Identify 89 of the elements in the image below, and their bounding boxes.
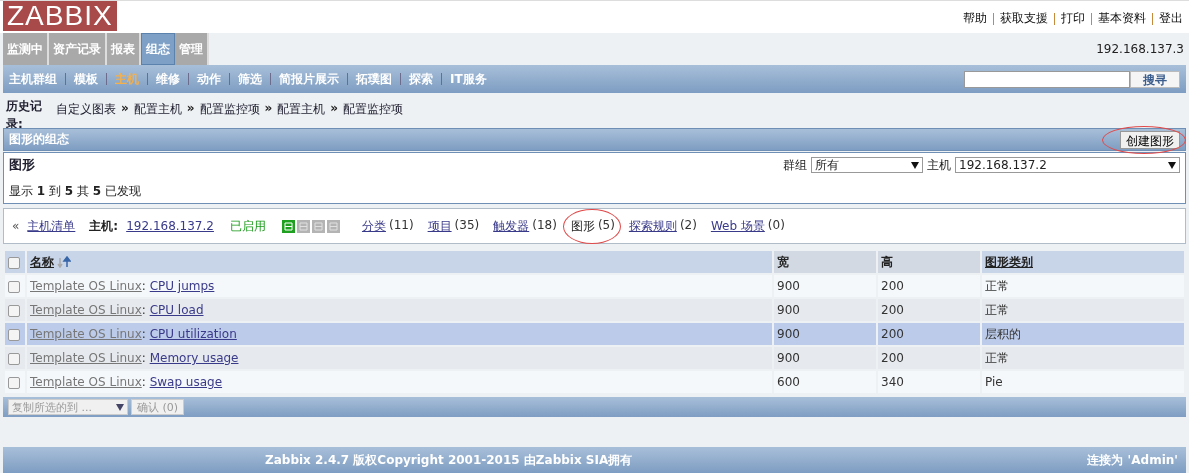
header-link[interactable]: 基本资料	[1098, 10, 1146, 27]
breadcrumb-separator: »	[330, 101, 339, 117]
host-tab-link[interactable]: 项目	[427, 217, 452, 235]
table-cell: 正常	[982, 275, 1184, 297]
table-cell: 200	[878, 347, 980, 369]
table-cell: 600	[774, 371, 876, 393]
header-cell: 高	[878, 251, 980, 273]
dropdown-arrow-icon	[1168, 161, 1176, 169]
table-cell: 正常	[982, 299, 1184, 321]
header-link[interactable]: 登出	[1159, 10, 1183, 27]
breadcrumb-separator: »	[121, 101, 129, 117]
graph-link[interactable]: Memory usage	[149, 351, 239, 365]
dropdown-arrow-icon	[911, 161, 919, 169]
row-checkbox[interactable]	[8, 376, 20, 389]
graph-link[interactable]: Swap usage	[149, 375, 223, 389]
separator-text: :	[141, 375, 146, 389]
breadcrumb-link[interactable]: 配置主机	[277, 101, 326, 118]
result-summary: 显示 1 到 5 其 5 已发现	[9, 183, 142, 200]
tab-count: (0)	[767, 217, 785, 234]
dropdown-arrow-icon	[116, 403, 124, 411]
tab-count: (18)	[532, 217, 557, 234]
header-cell: 宽	[774, 251, 876, 273]
group-select[interactable]: 所有	[811, 157, 923, 173]
row-checkbox[interactable]	[8, 304, 20, 317]
table-cell: 900	[774, 299, 876, 321]
breadcrumb-separator: »	[264, 101, 273, 117]
separator-text: :	[141, 351, 146, 365]
template-link[interactable]: Template OS Linux	[30, 351, 142, 365]
header-cell[interactable]: 图形类别	[982, 251, 1184, 273]
breadcrumb-separator: »	[186, 101, 195, 117]
connected-user: 连接为 'Admin'	[1087, 451, 1178, 469]
search-button[interactable]: 搜寻	[1130, 70, 1180, 88]
copyright-text: Zabbix 2.4.7 版权Copyright 2001-2015 由Zabbix SIA拥有	[265, 451, 633, 469]
back-mark: «	[12, 219, 20, 233]
host-tab-link[interactable]: 图形	[570, 217, 595, 235]
table-cell: 900	[774, 347, 876, 369]
host-list-link[interactable]: 主机清单	[27, 217, 76, 235]
server-address: 192.168.137.3	[1096, 42, 1184, 56]
filter-title: 图形	[9, 156, 35, 174]
row-checkbox[interactable]	[8, 328, 20, 341]
graph-link[interactable]: CPU jumps	[149, 279, 215, 293]
history-label: 历史记录:	[6, 98, 43, 133]
separator-text: :	[141, 303, 146, 317]
header-link[interactable]: 获取支援	[1000, 10, 1048, 27]
template-link[interactable]: Template OS Linux	[30, 279, 142, 293]
header-link[interactable]: 打印	[1061, 10, 1085, 27]
table-cell: 200	[878, 323, 980, 345]
table-cell: 900	[774, 275, 876, 297]
host-tab-link[interactable]: 分类	[361, 217, 386, 235]
template-link[interactable]: Template OS Linux	[30, 303, 142, 317]
host-select[interactable]: 192.168.137.2	[955, 157, 1180, 173]
breadcrumb-link[interactable]: 配置监控项	[199, 101, 260, 118]
table-cell: 正常	[982, 347, 1184, 369]
graph-link[interactable]: CPU load	[149, 303, 204, 317]
tab-count: (2)	[679, 217, 697, 234]
row-checkbox[interactable]	[8, 280, 20, 293]
header-link[interactable]: 帮助	[963, 10, 987, 27]
separator-text: :	[141, 327, 146, 341]
host-label: 主机	[927, 156, 951, 174]
breadcrumb-link[interactable]: 自定义图表	[56, 101, 116, 118]
template-link[interactable]: Template OS Linux	[30, 375, 142, 389]
breadcrumb-link[interactable]: 配置主机	[133, 101, 182, 118]
table-cell: 900	[774, 323, 876, 345]
section-title: 图形的组态	[8, 131, 69, 148]
name-column-header[interactable]: 名称	[27, 251, 772, 273]
breadcrumb-link[interactable]: 配置监控项	[343, 101, 404, 118]
host-tab-link[interactable]: 触发器	[493, 217, 530, 235]
graph-link[interactable]: CPU utilization	[149, 327, 237, 341]
zabbix-logo: ZABBIX	[3, 1, 117, 31]
table-cell: Pie	[982, 371, 1184, 393]
group-label: 群组	[783, 156, 807, 174]
table-cell: 层积的	[982, 323, 1184, 345]
table-cell: 200	[878, 299, 980, 321]
tab-count: (35)	[454, 217, 480, 234]
host-label: 主机:	[89, 217, 119, 235]
search-field[interactable]	[964, 70, 1130, 88]
host-tab-link[interactable]: 探索规则	[628, 217, 677, 235]
tab-count: (5)	[597, 217, 615, 234]
row-checkbox[interactable]	[8, 352, 20, 365]
table-cell: 340	[878, 371, 980, 393]
host-tab-link[interactable]: Web 场景	[710, 217, 765, 235]
tab-count: (11)	[388, 217, 414, 234]
separator-text: :	[141, 279, 146, 293]
select-all-checkbox[interactable]	[8, 256, 20, 269]
create-graph-button[interactable]: 创建图形	[1120, 130, 1180, 149]
host-link[interactable]: 192.168.137.2	[126, 219, 214, 233]
table-cell: 200	[878, 275, 980, 297]
host-status: 已启用	[229, 217, 266, 235]
sort-icon[interactable]	[57, 256, 71, 268]
